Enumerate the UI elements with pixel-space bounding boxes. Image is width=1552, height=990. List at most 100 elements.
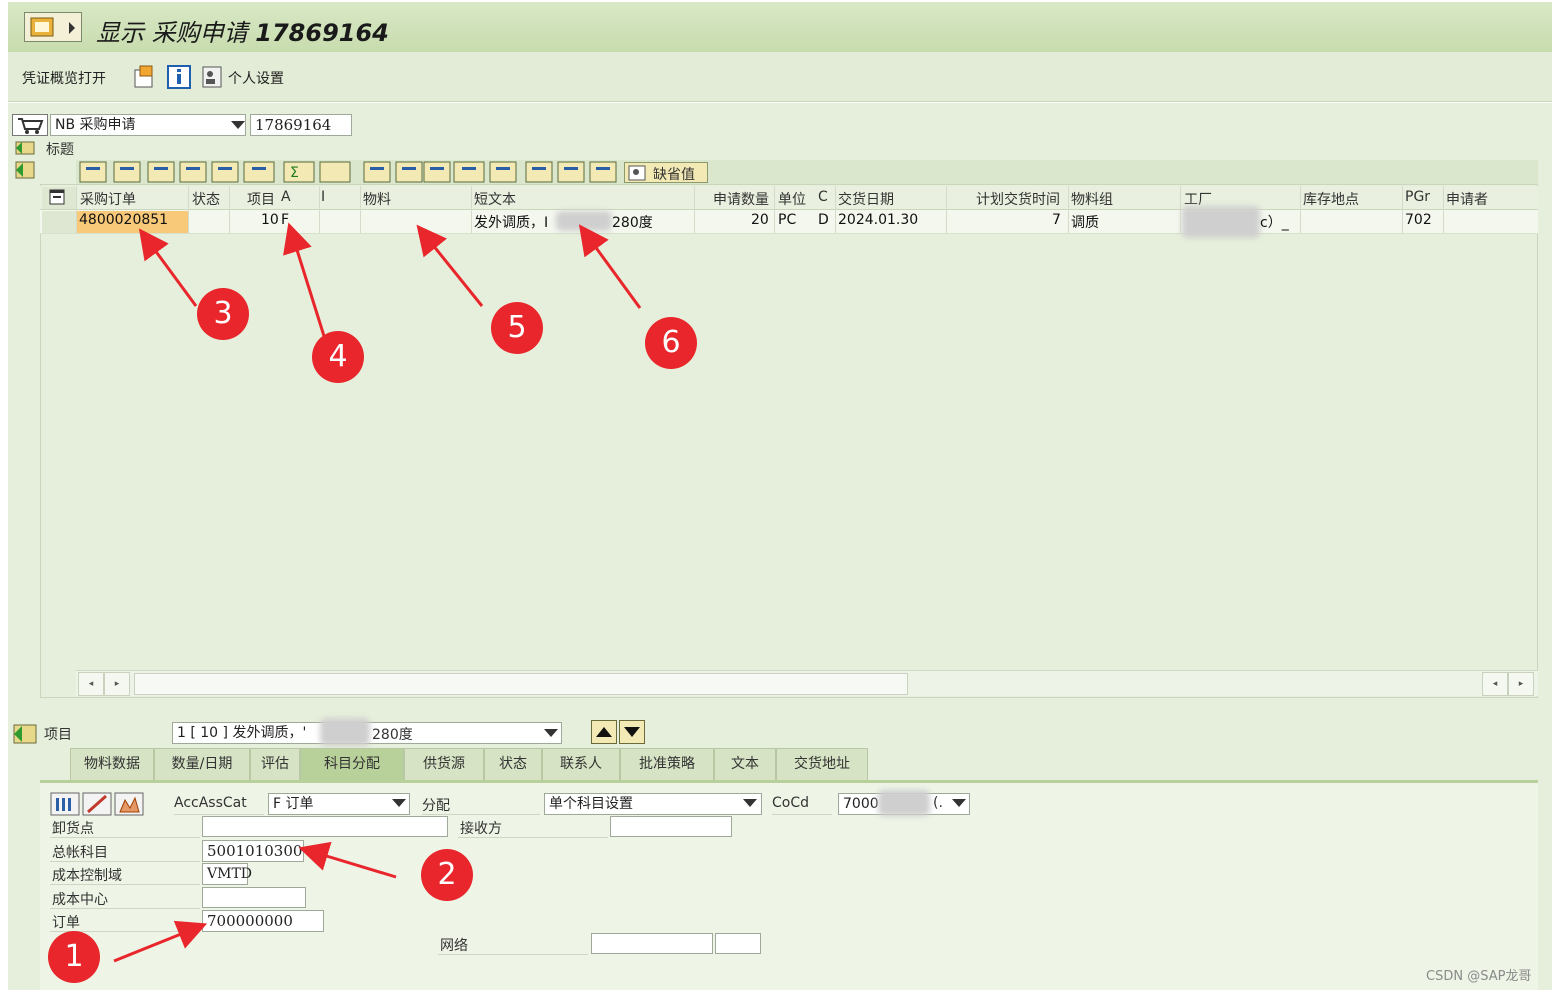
col-item[interactable]: 项目 (247, 189, 275, 209)
scroll-right-end-button[interactable]: ▸ (1508, 672, 1534, 696)
tab-source-of-supply[interactable]: 供货源 (404, 748, 484, 780)
order-field[interactable]: 700000000 (202, 910, 324, 932)
label-underline (50, 861, 200, 862)
scroll-right-button[interactable]: ▸ (104, 672, 130, 696)
col-c[interactable]: C (818, 189, 828, 205)
redacted-cocd (878, 790, 930, 816)
app-menu-icon[interactable] (24, 12, 82, 42)
label-underline (458, 837, 608, 838)
tab-account-assignment[interactable]: 科目分配 (300, 748, 404, 780)
item-detail-icon[interactable] (12, 720, 40, 746)
chevron-down-icon[interactable] (544, 729, 558, 737)
layout-icon (49, 189, 65, 205)
chevron-down-icon[interactable] (743, 799, 757, 807)
material-group[interactable]: 调质 (1071, 212, 1099, 232)
panel-icon-bar (50, 792, 146, 816)
col-mat-group[interactable]: 物料组 (1071, 189, 1113, 209)
col-i[interactable]: I (321, 189, 325, 205)
col-po[interactable]: 采购订单 (80, 189, 136, 209)
select-all-cell[interactable] (42, 187, 76, 209)
col-short-text[interactable]: 短文本 (474, 189, 516, 209)
col-divider (774, 186, 775, 234)
default-values-button[interactable]: 缺省值 (624, 162, 708, 183)
account-assignment-panel (40, 780, 1538, 990)
tab-delivery-address[interactable]: 交货地址 (776, 748, 868, 780)
col-material[interactable]: 物料 (363, 189, 391, 209)
po-number[interactable]: 4800020851 (79, 212, 168, 228)
col-divider (1402, 186, 1403, 234)
col-divider (188, 186, 189, 234)
controlling-area-label: 成本控制域 (52, 868, 122, 884)
row-selector[interactable] (42, 211, 76, 233)
purchasing-group[interactable]: 702 (1405, 212, 1432, 228)
cart-icon (12, 114, 48, 136)
short-text-a[interactable]: 发外调质，I (474, 212, 548, 232)
grid-toolbar-icons[interactable]: Σ (76, 160, 716, 184)
gl-account-label: 总帐科目 (52, 845, 108, 861)
chevron-down-icon[interactable] (952, 799, 966, 807)
delivery-date[interactable]: 2024.01.30 (838, 212, 918, 228)
acc-ass-cat-select[interactable]: F 订单 (268, 793, 410, 815)
acc-ass-cat-value: F 订单 (273, 796, 314, 812)
controlling-area-field[interactable]: VMTD (202, 863, 252, 885)
item-number[interactable]: 10 (261, 212, 279, 228)
personal-settings-button[interactable]: 个人设置 (228, 68, 284, 88)
chevron-down-icon[interactable] (392, 799, 406, 807)
doc-overview-button[interactable]: 凭证概览打开 (22, 68, 106, 88)
other-document-icon[interactable] (132, 64, 158, 90)
horizontal-scrollbar[interactable]: ◂ ▸ ◂ ▸ (76, 670, 1538, 696)
info-icon[interactable] (166, 64, 192, 90)
gl-account-field[interactable]: 5001010300 (202, 840, 304, 862)
quantity[interactable]: 20 (751, 212, 769, 228)
expand-header-icon[interactable] (14, 138, 38, 156)
previous-item-button[interactable] (591, 720, 617, 744)
col-pgr[interactable]: PGr (1405, 189, 1430, 205)
scroll-thumb[interactable] (134, 673, 908, 695)
tab-valuation[interactable]: 评估 (250, 748, 300, 780)
tab-texts[interactable]: 文本 (714, 748, 776, 780)
doc-type-select[interactable]: NB 采购申请 (50, 114, 246, 136)
plan-delivery-time[interactable]: 7 (1052, 212, 1061, 228)
distribution-select[interactable]: 单个科目设置 (544, 793, 762, 815)
col-requester[interactable]: 申请者 (1446, 189, 1488, 209)
col-status[interactable]: 状态 (192, 189, 220, 209)
col-stor-loc[interactable]: 库存地点 (1303, 189, 1359, 209)
recipient-field[interactable] (610, 816, 732, 837)
tab-status[interactable]: 状态 (484, 748, 542, 780)
acct-category[interactable]: F (281, 212, 289, 228)
tab-quantity-date[interactable]: 数量/日期 (154, 748, 250, 780)
order-value: 700000000 (207, 912, 293, 930)
col-qty[interactable]: 申请数量 (713, 189, 769, 209)
unloading-point-field[interactable] (202, 816, 448, 837)
plant[interactable]: c）_ (1260, 212, 1289, 232)
chevron-down-icon[interactable] (231, 121, 245, 129)
col-plan-time[interactable]: 计划交货时间 (976, 189, 1060, 209)
next-item-button[interactable] (619, 720, 645, 744)
scroll-left-button[interactable]: ◂ (78, 672, 104, 696)
personal-settings-icon[interactable] (200, 64, 226, 90)
default-values-icon (628, 165, 646, 181)
col-unit[interactable]: 单位 (778, 189, 806, 209)
acc-ass-cat-label: AccAssCat (174, 795, 247, 811)
items-grid (40, 184, 1538, 698)
tab-release-strategy[interactable]: 批准策略 (620, 748, 714, 780)
doc-number-field[interactable]: 17869164 (250, 114, 352, 136)
short-text-b[interactable]: 280度 (612, 212, 653, 232)
tab-material-data[interactable]: 物料数据 (70, 748, 154, 780)
header-label[interactable]: 标题 (46, 139, 74, 159)
category-c[interactable]: D (818, 212, 829, 228)
network-field[interactable] (591, 933, 713, 954)
col-date[interactable]: 交货日期 (838, 189, 894, 209)
scroll-left-end-button[interactable]: ◂ (1482, 672, 1508, 696)
label-underline (438, 954, 588, 955)
col-divider (946, 186, 947, 234)
col-acct[interactable]: A (281, 189, 291, 205)
items-overview-icon[interactable] (14, 158, 38, 182)
item-label: 项目 (44, 727, 72, 743)
unit[interactable]: PC (778, 212, 796, 228)
annotation-badge-1: 1 (48, 931, 100, 983)
cost-center-field[interactable] (202, 887, 306, 908)
tab-contact[interactable]: 联系人 (542, 748, 620, 780)
network-activity-field[interactable] (715, 933, 761, 954)
title-prefix: 显示 采购申请 (96, 19, 248, 47)
